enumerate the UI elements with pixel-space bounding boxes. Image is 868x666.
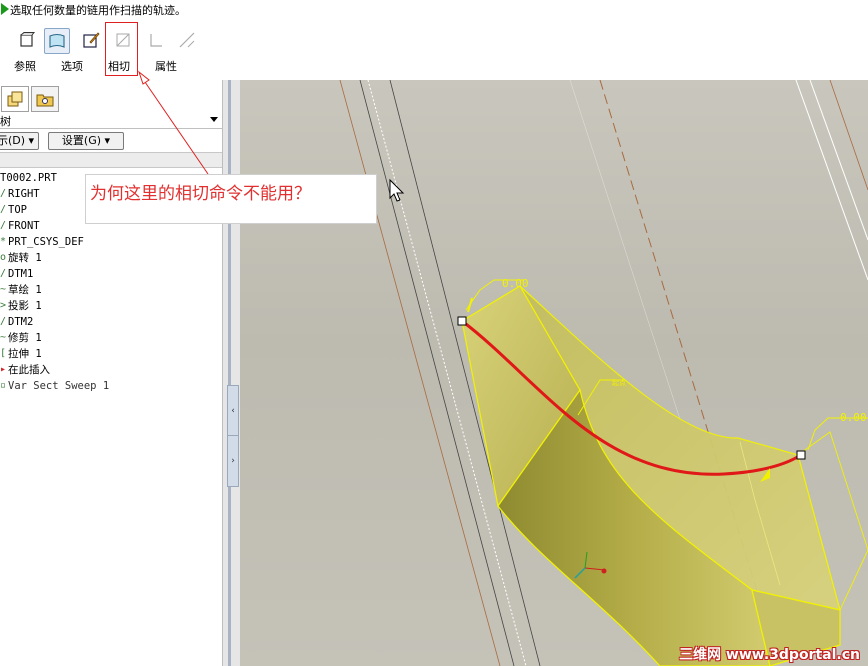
revolve-icon: o — [0, 252, 7, 263]
tree-item[interactable]: ~ 修剪 1 — [0, 330, 222, 346]
navigator-tabs — [0, 86, 226, 112]
tree-header[interactable]: 树 — [0, 112, 224, 129]
var-sweep-icon: ▫ — [0, 380, 7, 391]
tree-item[interactable]: * PRT_CSYS_DEF — [0, 234, 222, 250]
tree-column-header — [0, 152, 222, 168]
tree-header-label: 树 — [0, 115, 11, 128]
sketch-edit-icon[interactable] — [79, 28, 103, 52]
folder-browser-tab[interactable] — [31, 86, 59, 112]
solid-icon[interactable] — [15, 28, 39, 52]
tree-item[interactable]: / DTM1 — [0, 266, 222, 282]
datum-plane-icon: / — [0, 188, 7, 199]
collapse-left-icon[interactable]: ‹ — [227, 385, 239, 437]
tab-references[interactable]: 参照 — [14, 58, 36, 74]
mouse-cursor-icon — [389, 178, 405, 202]
dimension-label[interactable]: 0.00 — [840, 411, 867, 424]
splitter-bar — [228, 80, 231, 666]
tree-item[interactable]: / DTM2 — [0, 314, 222, 330]
tab-properties[interactable]: 属性 — [155, 58, 177, 74]
datum-plane-icon: / — [0, 220, 7, 231]
tree-item[interactable]: ~ 草绘 1 — [0, 282, 222, 298]
sweep-dashboard: 参照 选项 相切 属性 — [0, 18, 868, 80]
green-arrow-icon — [1, 3, 9, 15]
normal-icon[interactable] — [175, 28, 199, 52]
datum-plane-icon: / — [0, 268, 7, 279]
watermark: 三维网 www.3dportal.cn — [679, 647, 860, 663]
start-point-label: 起点 — [612, 379, 626, 387]
project-icon: > — [0, 300, 7, 311]
end-handle[interactable] — [796, 450, 806, 460]
chevron-down-icon[interactable] — [210, 117, 218, 122]
tree-item[interactable]: ▫ Var Sect Sweep 1 — [0, 378, 222, 394]
show-menu-button[interactable]: 示(D) ▾ — [0, 132, 40, 150]
tree-item[interactable]: o 旋转 1 — [0, 250, 222, 266]
graphics-viewport[interactable]: 0.00 0.00 起点 — [240, 80, 868, 666]
folder-icon — [36, 94, 54, 107]
extrude-icon: [ — [0, 348, 7, 359]
question-callout: 为何这里的相切命令不能用？ — [85, 174, 377, 224]
swept-surface[interactable] — [461, 285, 868, 666]
frame-icon[interactable] — [144, 28, 168, 52]
message-bar: 选取任何数量的链用作扫描的轨迹。 — [0, 0, 868, 18]
tree-item[interactable]: > 投影 1 — [0, 298, 222, 314]
sketch-icon: ~ — [0, 284, 7, 295]
insert-arrow-icon: ▸ — [0, 364, 7, 375]
tab-tangency[interactable]: 相切 — [108, 58, 130, 74]
question-text: 为何这里的相切命令不能用？ — [90, 184, 311, 204]
tree-item[interactable]: ▸ 在此插入 — [0, 362, 222, 378]
model-tree-tab[interactable] — [1, 86, 29, 112]
model-tree-icon — [7, 91, 23, 107]
tree-item[interactable]: [拉伸 1 — [0, 346, 222, 362]
message-text: 选取任何数量的链用作扫描的轨迹。 — [10, 4, 186, 17]
panel-splitter[interactable]: ‹ › — [222, 80, 241, 666]
dimension-label[interactable]: 0.00 — [502, 277, 529, 290]
tab-options[interactable]: 选项 — [61, 58, 83, 74]
datum-plane-icon: / — [0, 316, 7, 327]
datum-plane-icon: / — [0, 204, 7, 215]
trim-icon: ~ — [0, 332, 7, 343]
settings-menu-button[interactable]: 设置(G) ▾ — [48, 132, 124, 150]
model-tree-panel: 树 示(D) ▾ 设置(G) ▾ T0002.PRT / RIGHT / TOP /… — [0, 80, 226, 666]
expand-right-icon[interactable]: › — [227, 435, 239, 487]
start-handle[interactable] — [457, 316, 467, 326]
surface-icon[interactable] — [44, 28, 70, 54]
model-graphics: 0.00 0.00 起点 — [339, 80, 868, 666]
csys-icon: * — [0, 236, 7, 247]
